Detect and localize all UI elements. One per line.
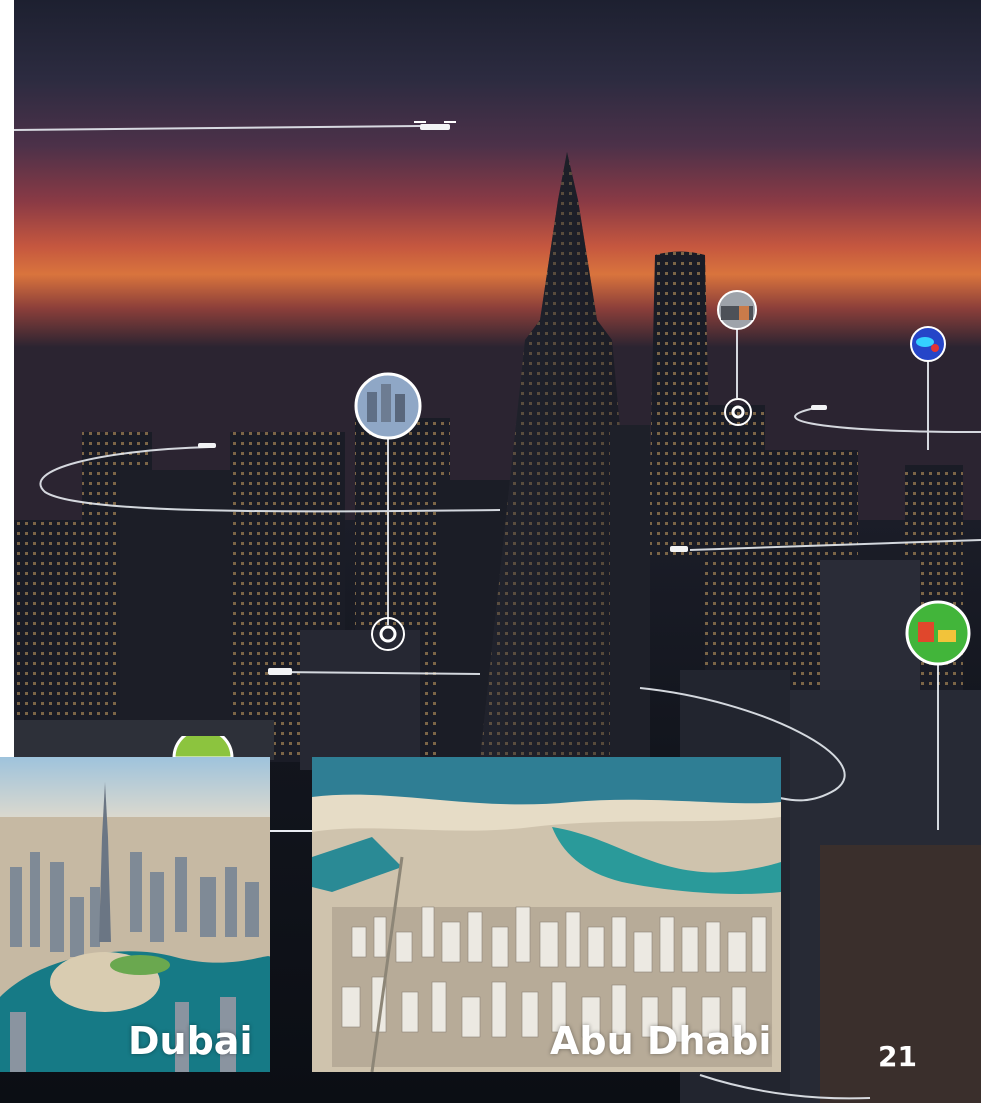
drone-icon bbox=[670, 546, 688, 552]
photo-label-dubai: Dubai bbox=[128, 1019, 253, 1063]
sensor-bubble-icon bbox=[354, 372, 422, 440]
sensor-bubble-icon bbox=[717, 290, 757, 330]
heatmap-bubble-icon bbox=[172, 736, 234, 758]
heatmap-bubble-icon bbox=[910, 326, 946, 362]
drone-icon bbox=[414, 121, 456, 130]
target-ring-icon bbox=[724, 398, 752, 426]
photo-label-abu-dhabi: Abu Dhabi bbox=[550, 1019, 772, 1063]
abu-dhabi-photo: Abu Dhabi bbox=[312, 757, 781, 1072]
drone-icon bbox=[268, 668, 292, 675]
page-number: 21 bbox=[878, 1040, 917, 1073]
drone-icon bbox=[198, 443, 216, 448]
target-ring-icon bbox=[371, 617, 405, 651]
heatmap-bubble-icon bbox=[905, 600, 971, 666]
dubai-photo: Dubai bbox=[0, 757, 270, 1072]
drone-icon bbox=[811, 405, 827, 410]
photo-connector bbox=[270, 830, 312, 832]
